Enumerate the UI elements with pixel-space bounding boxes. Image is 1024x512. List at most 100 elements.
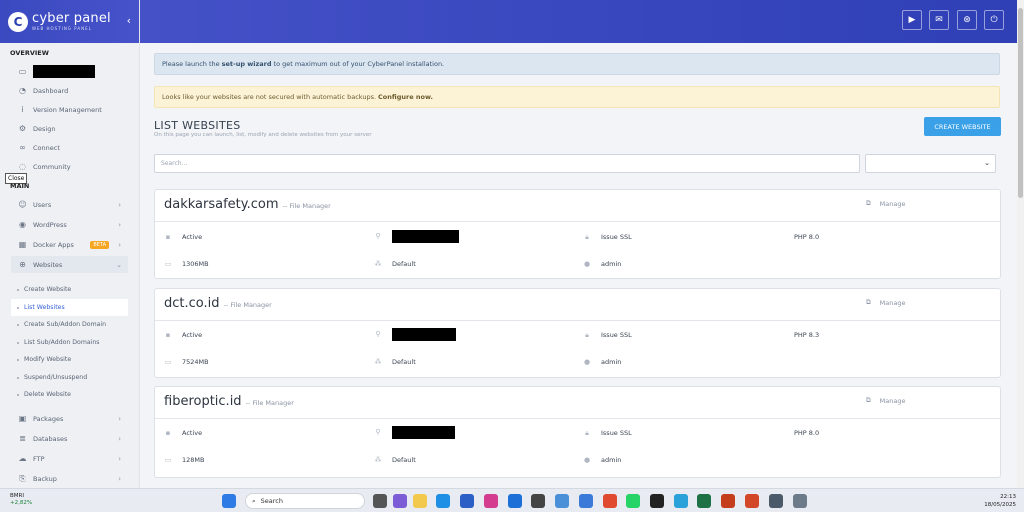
issue-ssl-link[interactable]: 🔒︎ Issue SSL <box>583 428 632 438</box>
ssl-text: Issue SSL <box>601 429 632 437</box>
whatsapp-icon[interactable] <box>626 494 640 508</box>
site-php: PHP 8.0 <box>794 428 819 438</box>
site-card: dct.co.id -- File Manager ⧉ Manage ▪ Activ… <box>154 288 1001 378</box>
manage-link[interactable]: ⧉ Manage <box>866 298 905 307</box>
configure-now-link[interactable]: Configure now. <box>378 93 433 101</box>
issue-ssl-link[interactable]: 🔒︎ Issue SSL <box>583 232 632 242</box>
store-icon[interactable] <box>460 494 474 508</box>
sub-item-create-website[interactable]: Create Website <box>11 281 128 298</box>
sidebar-item-user[interactable]: ▭ <box>0 63 138 80</box>
edge-icon[interactable] <box>436 494 450 508</box>
setup-wizard-link[interactable]: set-up wizard <box>222 60 272 68</box>
sidebar-item-docker[interactable]: ▦ Docker Apps BETA › <box>0 236 138 253</box>
package-name: Default <box>392 456 416 464</box>
sidebar-collapse-icon[interactable]: ‹ <box>127 14 131 27</box>
system-clock[interactable]: 22:13 18/05/2025 <box>984 493 1016 509</box>
app-icon[interactable] <box>484 494 498 508</box>
sidebar-item-label: Backup <box>33 474 57 483</box>
manage-link[interactable]: ⧉ Manage <box>866 396 905 405</box>
app-icon[interactable] <box>555 494 569 508</box>
powerpoint-icon[interactable] <box>745 494 759 508</box>
location-icon: ⚲ <box>375 232 381 240</box>
location-icon: ⚲ <box>375 330 381 338</box>
windows-start-icon[interactable] <box>222 494 236 508</box>
app-icon[interactable] <box>674 494 688 508</box>
site-domain[interactable]: dakkarsafety.com -- File Manager <box>164 197 331 212</box>
create-website-button[interactable]: CREATE WEBSITE <box>924 117 1001 136</box>
external-link-icon: ⧉ <box>866 199 871 207</box>
file-manager-link[interactable]: -- File Manager <box>283 202 331 210</box>
chrome-icon[interactable] <box>603 494 617 508</box>
php-version: PHP 8.3 <box>794 331 820 339</box>
cubes-icon: ⁂ <box>374 358 382 366</box>
dashboard-icon: ◔ <box>19 86 26 95</box>
disk-icon: ▭ <box>164 456 172 464</box>
filter-select[interactable]: ⌄ <box>865 154 996 173</box>
page-scrollbar[interactable] <box>1017 0 1024 488</box>
search-input[interactable]: Search... <box>154 154 860 173</box>
sidebar-item-design[interactable]: ⚙ Design <box>0 120 138 137</box>
sidebar-item-packages[interactable]: ▣ Packages › <box>0 410 138 427</box>
backup-icon: ⎘ <box>19 473 26 483</box>
youtube-icon[interactable]: ▶ <box>902 10 922 30</box>
sidebar-item-version[interactable]: i Version Management <box>0 101 138 118</box>
sub-item-list-websites[interactable]: List Websites <box>11 299 128 316</box>
sub-item-suspend[interactable]: Suspend/Unsuspend <box>11 369 128 386</box>
site-domain[interactable]: fiberoptic.id -- File Manager <box>164 394 294 409</box>
sidebar-item-label: Databases <box>33 434 68 443</box>
gear-icon: ⚙ <box>18 124 27 133</box>
site-domain[interactable]: dct.co.id -- File Manager <box>164 296 272 311</box>
site-domain-text: dct.co.id <box>164 296 220 311</box>
status-icon: ▪ <box>165 331 171 339</box>
comment-icon: ◌ <box>19 162 26 171</box>
app-icon[interactable] <box>531 494 545 508</box>
file-manager-link[interactable]: -- File Manager <box>224 301 272 309</box>
manage-link[interactable]: ⧉ Manage <box>866 199 905 208</box>
app-icon[interactable] <box>579 494 593 508</box>
sidebar-item-backup[interactable]: ⎘ Backup › <box>0 470 138 487</box>
sidebar-item-label: Dashboard <box>33 86 69 95</box>
chevron-right-icon: › <box>118 200 121 209</box>
cubes-icon: ⁂ <box>374 456 382 464</box>
status-text: Active <box>182 233 203 241</box>
issue-ssl-link[interactable]: 🔒︎ Issue SSL <box>583 330 632 340</box>
file-explorer-icon[interactable] <box>413 494 427 508</box>
app-icon[interactable] <box>721 494 735 508</box>
sidebar-item-label: Packages <box>33 414 64 423</box>
app-icon[interactable] <box>508 494 522 508</box>
beta-badge: BETA <box>90 240 109 249</box>
copilot-icon[interactable] <box>393 494 407 508</box>
taskbar-search[interactable]: ⌕ Search <box>245 493 365 509</box>
manage-label: Manage <box>879 396 906 405</box>
power-icon[interactable]: ⏻ <box>984 10 1004 30</box>
task-view-icon[interactable] <box>373 494 387 508</box>
sidebar-item-websites[interactable]: ⊕ Websites ⌄ <box>11 256 128 273</box>
terminal-icon[interactable] <box>650 494 664 508</box>
sidebar-item-connect[interactable]: ∞ Connect <box>0 139 138 156</box>
sidebar-item-databases[interactable]: ≣ Databases › <box>0 430 138 447</box>
sidebar-item-ftp[interactable]: ☁ FTP › <box>0 450 138 467</box>
sub-item-modify-website[interactable]: Modify Website <box>11 351 128 368</box>
sidebar-item-label: Version Management <box>33 105 102 114</box>
chevron-right-icon: › <box>118 220 121 229</box>
alert-text: to get maximum out of your CyberPanel in… <box>273 60 445 68</box>
laptop-icon: ▭ <box>18 67 27 76</box>
main-heading: MAIN <box>10 182 30 190</box>
sidebar-item-label: WordPress <box>33 220 67 229</box>
support-icon[interactable]: ⊛ <box>957 10 977 30</box>
file-manager-link[interactable]: -- File Manager <box>246 399 294 407</box>
sidebar-item-users[interactable]: ☺ Users › <box>0 196 138 213</box>
sidebar-item-label: Community <box>33 162 71 171</box>
sidebar-item-wordpress[interactable]: ◉ WordPress › <box>0 216 138 233</box>
sidebar-item-dashboard[interactable]: ◔ Dashboard <box>0 82 138 99</box>
chat-icon[interactable]: ✉ <box>929 10 949 30</box>
app-icon[interactable] <box>769 494 783 508</box>
sub-item-create-subdomain[interactable]: Create Sub/Addon Domain <box>11 316 128 333</box>
excel-icon[interactable] <box>697 494 711 508</box>
stock-widget[interactable]: BMRI +2,82% <box>10 493 32 507</box>
site-card-header: fiberoptic.id -- File Manager ⧉ Manage <box>155 387 1000 419</box>
sub-item-list-subdomains[interactable]: List Sub/Addon Domains <box>11 334 128 351</box>
settings-icon[interactable] <box>793 494 807 508</box>
scrollbar-thumb[interactable] <box>1018 8 1023 198</box>
sub-item-delete-website[interactable]: Delete Website <box>11 386 128 403</box>
